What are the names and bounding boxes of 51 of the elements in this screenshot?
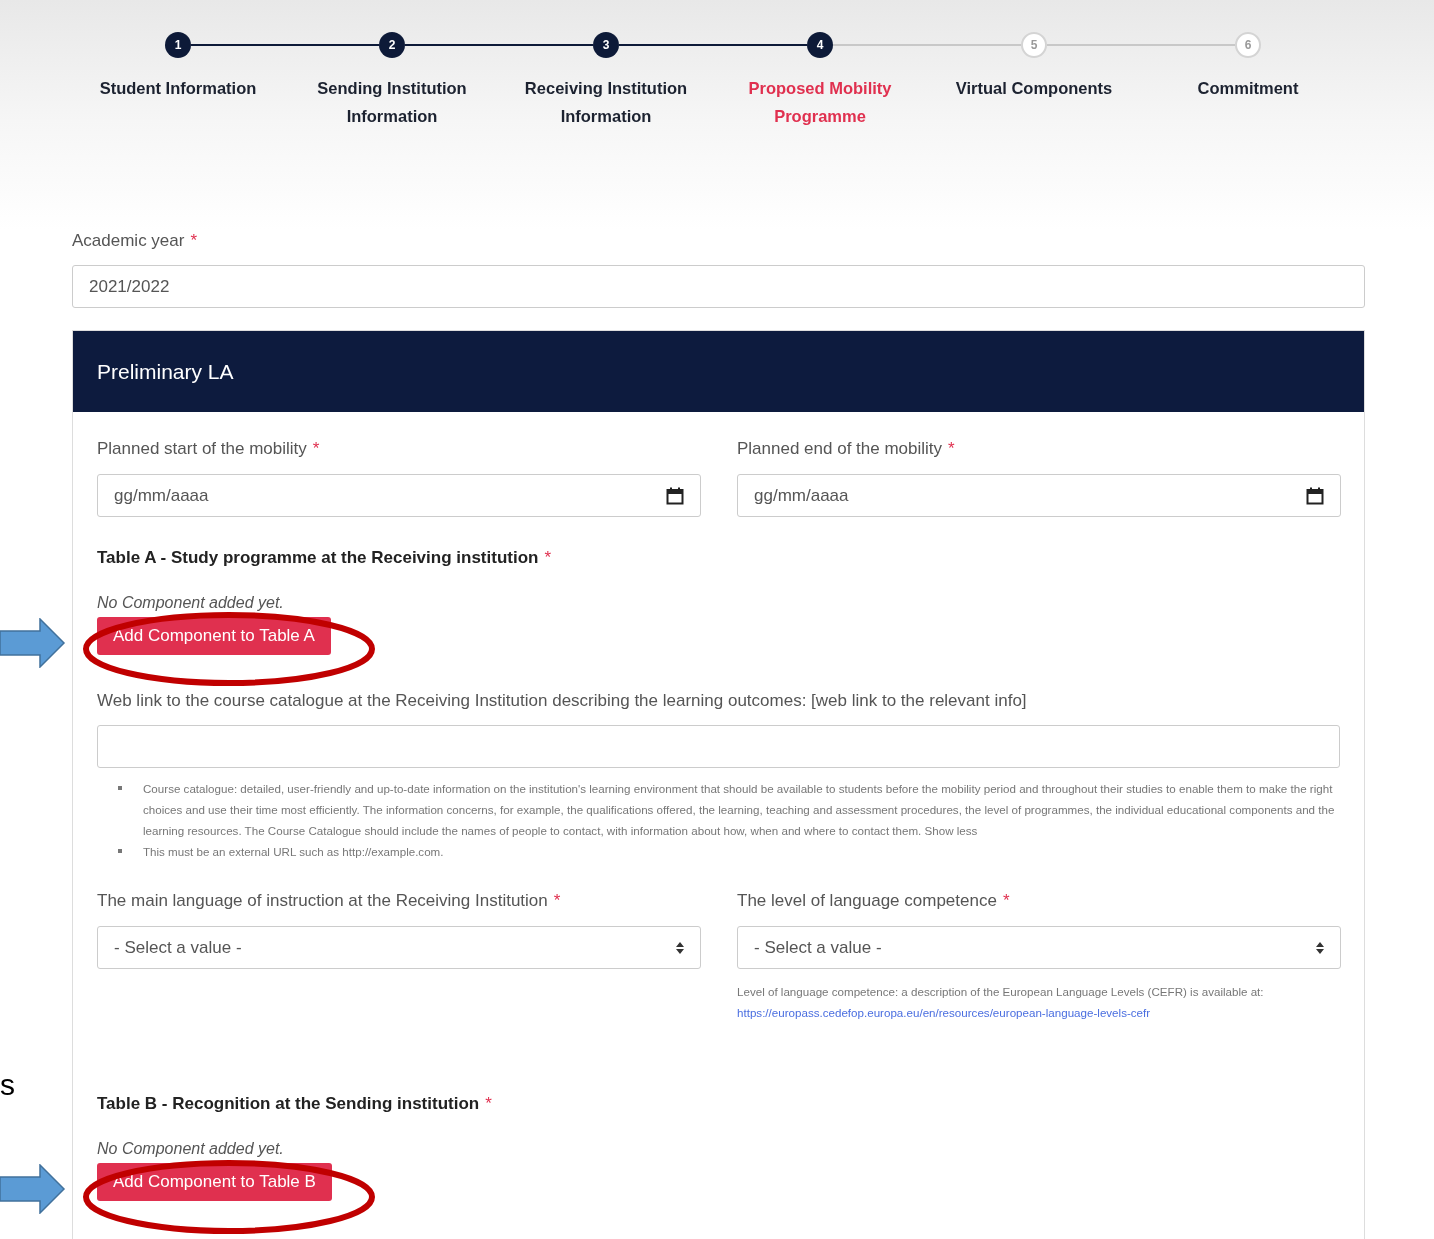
field-label: Planned end of the mobility xyxy=(737,438,943,460)
sort-arrows-icon xyxy=(1316,941,1324,954)
academic-year-field[interactable]: 2021/2022 xyxy=(72,265,1365,308)
field-label: The main language of instruction at the Receiving Institution xyxy=(97,890,548,912)
date-field[interactable]: gg/mm/aaaa xyxy=(97,474,701,517)
step-number[interactable]: 3 xyxy=(593,32,619,58)
table-title: Table B - Recognition at the Sending institution xyxy=(97,1093,480,1115)
step-label[interactable]: Sending Institution Information xyxy=(292,74,492,130)
date-placeholder: gg/mm/aaaa xyxy=(754,485,849,506)
required-mark: * xyxy=(1002,890,1010,912)
select-value: - Select a value - xyxy=(114,937,242,958)
step-label[interactable]: Commitment xyxy=(1148,74,1348,102)
field-label: The level of language competence xyxy=(737,890,997,912)
select-value: - Select a value - xyxy=(754,937,882,958)
help-text: This must be an external URL such as http://example.com. xyxy=(143,845,444,858)
date-field[interactable]: gg/mm/aaaa xyxy=(737,474,1341,517)
date-placeholder: gg/mm/aaaa xyxy=(114,485,209,506)
required-mark: * xyxy=(553,890,561,912)
bullet-icon xyxy=(118,786,122,790)
step-label[interactable]: Virtual Components xyxy=(934,74,1134,102)
arrow-icon xyxy=(0,618,66,668)
field-label: Planned start of the mobility xyxy=(97,438,307,460)
empty-note: No Component added yet. xyxy=(97,593,285,613)
step-number[interactable]: 2 xyxy=(379,32,405,58)
panel-title: Preliminary LA xyxy=(97,359,234,384)
required-mark: * xyxy=(544,547,552,569)
field-label: Web link to the course catalogue at the Receiving Institution describing the learning outcomes: [web link to the relevant info] xyxy=(97,690,1028,712)
web-link-field[interactable] xyxy=(97,725,1340,768)
empty-note: No Component added yet. xyxy=(97,1139,285,1159)
step-label[interactable]: Student Information xyxy=(78,74,278,102)
field-label: Academic year xyxy=(72,230,185,252)
arrow-icon xyxy=(0,1164,66,1214)
required-mark: * xyxy=(312,438,320,460)
help-text: Level of language competence: a description of the European Language Levels (CEFR) is available at: xyxy=(737,985,1264,998)
step-number[interactable]: 1 xyxy=(165,32,191,58)
required-mark: * xyxy=(190,230,198,252)
annotation-text: s xyxy=(0,1068,15,1102)
required-mark: * xyxy=(485,1093,492,1115)
help-text: Course catalogue: detailed, user-friendly and up-to-date information on the institution's learning environment that should be available to students before the mobility period and throughout their studies to enable them to make the right choices and use their time most efficiently. The information concerns, for example, the qualifications offered, the learning, teaching and assessment procedures, the level of programmes, the individual educational components and the learning resources. The Course Catalogue should include the names of people to contact, with information about how, when and where to contact them. Show less xyxy=(143,782,1335,837)
step-number[interactable]: 4 xyxy=(807,32,833,58)
calendar-icon[interactable] xyxy=(666,486,684,505)
step-label[interactable]: Proposed Mobility Programme xyxy=(720,74,920,130)
bullet-icon xyxy=(118,849,122,853)
help-link[interactable]: https://europass.cedefop.europa.eu/en/resources/european-language-levels-cefr xyxy=(737,1006,1151,1019)
calendar-icon[interactable] xyxy=(1306,486,1324,505)
required-mark: * xyxy=(948,438,955,460)
table-title: Table A - Study programme at the Receiving institution xyxy=(97,547,539,569)
sort-arrows-icon xyxy=(676,941,684,954)
select-field[interactable]: - Select a value - xyxy=(737,926,1341,969)
select-field[interactable]: - Select a value - xyxy=(97,926,701,969)
step-label[interactable]: Receiving Institution Information xyxy=(506,74,706,130)
